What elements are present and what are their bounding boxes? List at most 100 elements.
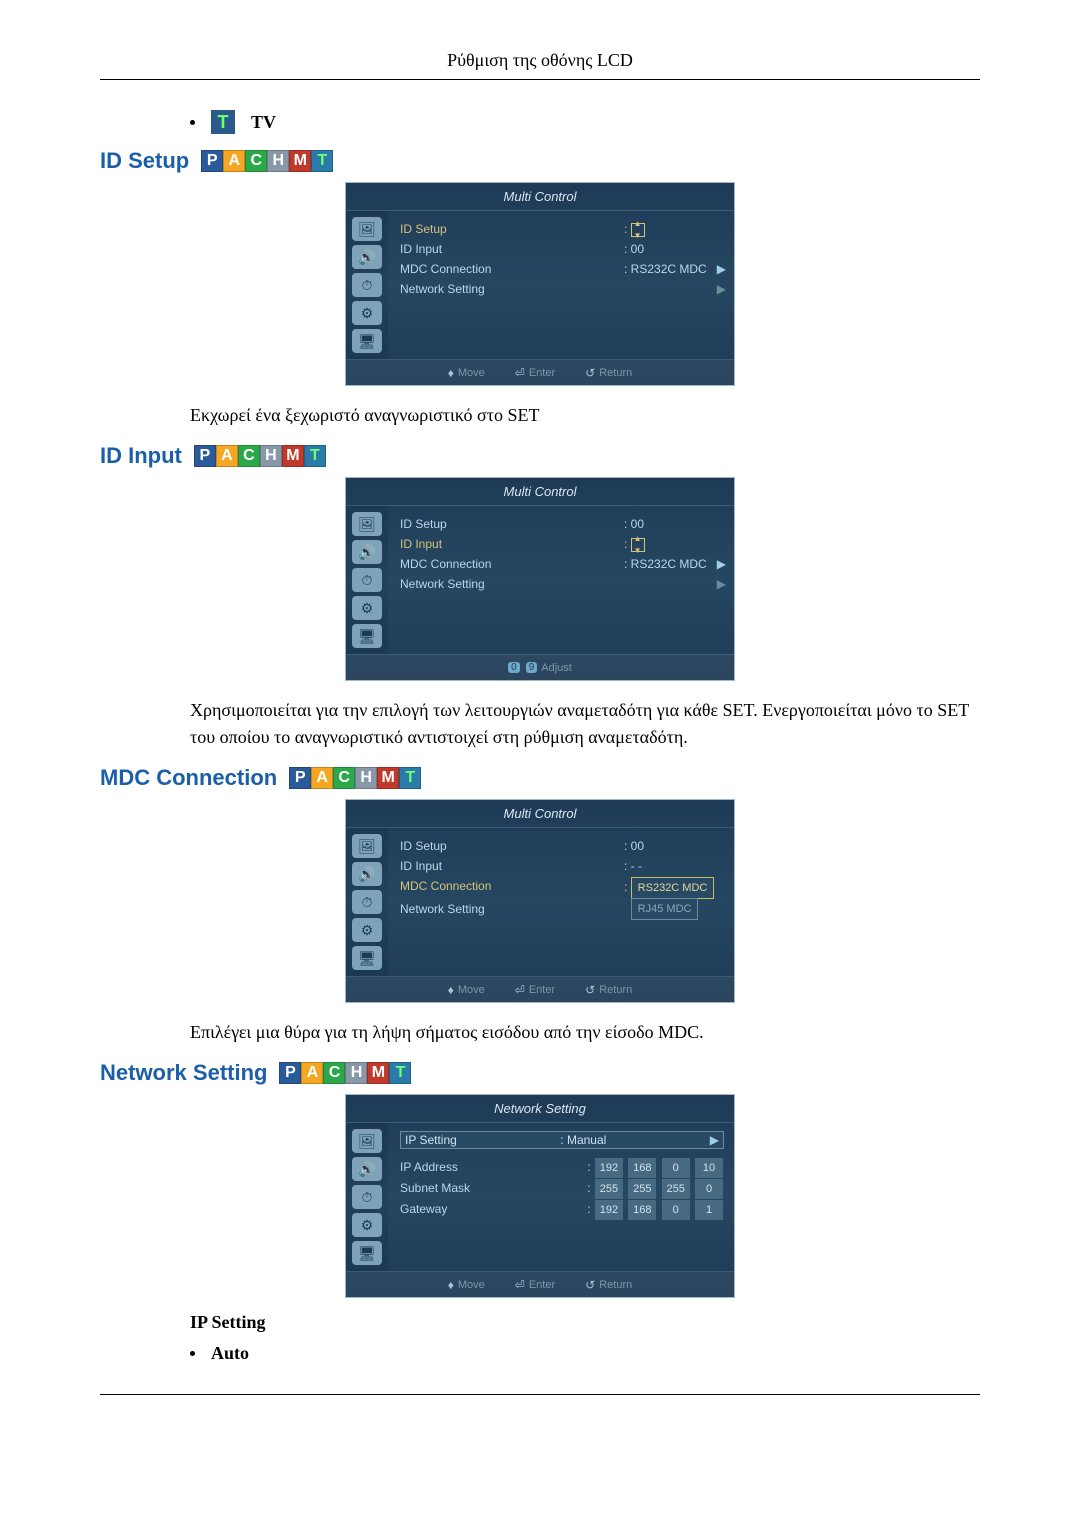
bullet-icon	[190, 1351, 195, 1356]
badge-p-icon: P	[289, 767, 311, 789]
tv-bullet-row: T TV	[190, 110, 980, 134]
subnet-octet[interactable]: 255	[662, 1179, 690, 1199]
osd-setup-icon: ⚙	[352, 301, 382, 325]
arrow-right-icon[interactable]: ▶	[717, 554, 726, 574]
subnet-octet[interactable]: 255	[595, 1179, 623, 1199]
osd-sound-icon: 🔊	[352, 862, 382, 886]
osd-enter: Enter	[529, 367, 555, 379]
arrow-right-icon[interactable]: ▶	[717, 574, 726, 594]
osd-setup-icon: ⚙	[352, 1213, 382, 1237]
return-icon: ↺	[585, 983, 595, 997]
return-icon: ↺	[585, 1278, 595, 1292]
ip-setting-subheading: IP Setting	[190, 1312, 980, 1333]
page-header: Ρύθμιση της οθόνης LCD	[100, 50, 980, 80]
move-icon: ♦	[448, 1278, 454, 1292]
osd-val-id-input: - -	[631, 859, 642, 873]
badge-a-icon: A	[216, 445, 238, 467]
stepper-icon[interactable]	[631, 223, 645, 237]
osd-item-network[interactable]: Network Setting	[400, 574, 485, 594]
pachmt-badges: P A C H M T	[201, 150, 333, 172]
gateway-octet[interactable]: 0	[662, 1200, 690, 1220]
osd-sound-icon: 🔊	[352, 245, 382, 269]
ip-setting-value[interactable]: Manual	[567, 1133, 606, 1147]
osd-setup-icon: ⚙	[352, 918, 382, 942]
osd-item-id-input[interactable]: ID Input	[400, 856, 442, 876]
bullet-icon	[190, 120, 195, 125]
osd-item-id-input[interactable]: ID Input	[400, 239, 442, 259]
network-setting-heading: Network Setting P A C H M T	[100, 1060, 980, 1086]
subnet-mask-label[interactable]: Subnet Mask	[400, 1178, 470, 1199]
badge-c-icon: C	[238, 445, 260, 467]
osd-timer-icon: ⏱	[352, 273, 382, 297]
arrow-right-icon[interactable]: ▶	[717, 259, 726, 279]
mdc-option-rs232c[interactable]: RS232C MDC	[631, 877, 715, 899]
osd-item-network[interactable]: Network Setting	[400, 899, 485, 920]
ip-octet[interactable]: 192	[595, 1158, 623, 1178]
gateway-octet[interactable]: 192	[595, 1200, 623, 1220]
subnet-octet[interactable]: 255	[628, 1179, 656, 1199]
osd-item-id-input[interactable]: ID Input	[400, 534, 442, 554]
arrow-right-icon[interactable]: ▶	[717, 279, 726, 299]
osd-item-mdc[interactable]: MDC Connection	[400, 876, 491, 899]
stepper-icon[interactable]	[631, 538, 645, 552]
osd-picture-icon: 🖼	[352, 834, 382, 858]
ip-setting-label[interactable]: IP Setting	[405, 1133, 457, 1147]
badge-m-icon: M	[377, 767, 399, 789]
tv-icon: T	[211, 110, 235, 134]
gateway-label[interactable]: Gateway	[400, 1199, 447, 1220]
ip-octet[interactable]: 10	[695, 1158, 723, 1178]
osd-side-icons: 🖼 🔊 ⏱ ⚙ 🖥	[346, 506, 388, 654]
osd-picture-icon: 🖼	[352, 217, 382, 241]
osd-adjust: Adjust	[541, 662, 572, 674]
osd-timer-icon: ⏱	[352, 568, 382, 592]
osd-side-icons: 🖼 🔊 ⏱ ⚙ 🖥	[346, 211, 388, 359]
id-setup-desc: Εκχωρεί ένα ξεχωριστό αναγνωριστικό στο …	[190, 402, 980, 429]
badge-a-icon: A	[311, 767, 333, 789]
return-icon: ↺	[585, 366, 595, 380]
osd-legend: ♦Move ⏎Enter ↺Return	[346, 976, 734, 1002]
osd-item-id-setup[interactable]: ID Setup	[400, 836, 447, 856]
badge-t-icon: T	[311, 150, 333, 172]
pachmt-badges: P A C H M T	[289, 767, 421, 789]
ip-address-label[interactable]: IP Address	[400, 1157, 458, 1178]
badge-a-icon: A	[223, 150, 245, 172]
osd-timer-icon: ⏱	[352, 890, 382, 914]
badge-c-icon: C	[323, 1062, 345, 1084]
badge-h-icon: H	[267, 150, 289, 172]
gateway-octet[interactable]: 1	[695, 1200, 723, 1220]
osd-side-icons: 🖼 🔊 ⏱ ⚙ 🖥	[346, 828, 388, 976]
zero-key-icon: 0	[508, 662, 520, 673]
ip-octet[interactable]: 168	[628, 1158, 656, 1178]
id-input-desc: Χρησιμοποιείται για την επιλογή των λειτ…	[190, 697, 980, 751]
badge-c-icon: C	[245, 150, 267, 172]
osd-move: Move	[458, 1279, 485, 1291]
pachmt-badges: P A C H M T	[194, 445, 326, 467]
gateway-octet[interactable]: 168	[628, 1200, 656, 1220]
osd-network: Network Setting 🖼 🔊 ⏱ ⚙ 🖥 IP Setting : M…	[345, 1094, 735, 1298]
osd-title: Multi Control	[346, 183, 734, 211]
arrow-right-icon[interactable]: ▶	[710, 1133, 719, 1147]
osd-item-network[interactable]: Network Setting	[400, 279, 485, 299]
badge-t-icon: T	[389, 1062, 411, 1084]
osd-move: Move	[458, 367, 485, 379]
osd-item-id-setup[interactable]: ID Setup	[400, 219, 447, 239]
osd-sound-icon: 🔊	[352, 1157, 382, 1181]
osd-multi-icon: 🖥	[352, 329, 382, 353]
osd-setup-icon: ⚙	[352, 596, 382, 620]
ip-octet[interactable]: 0	[662, 1158, 690, 1178]
osd-return: Return	[599, 367, 632, 379]
id-input-heading: ID Input P A C H M T	[100, 443, 980, 469]
osd-legend: ♦Move ⏎Enter ↺Return	[346, 1271, 734, 1297]
badge-p-icon: P	[194, 445, 216, 467]
osd-item-mdc[interactable]: MDC Connection	[400, 259, 491, 279]
osd-item-id-setup[interactable]: ID Setup	[400, 514, 447, 534]
osd-move: Move	[458, 984, 485, 996]
subnet-octet[interactable]: 0	[695, 1179, 723, 1199]
osd-item-mdc[interactable]: MDC Connection	[400, 554, 491, 574]
mdc-option-rj45[interactable]: RJ45 MDC	[631, 898, 699, 920]
enter-icon: ⏎	[515, 1278, 525, 1292]
enter-icon: ⏎	[515, 366, 525, 380]
osd-mdc: Multi Control 🖼 🔊 ⏱ ⚙ 🖥 ID Setup : 00 ID…	[345, 799, 735, 1003]
osd-sound-icon: 🔊	[352, 540, 382, 564]
move-icon: ♦	[448, 366, 454, 380]
